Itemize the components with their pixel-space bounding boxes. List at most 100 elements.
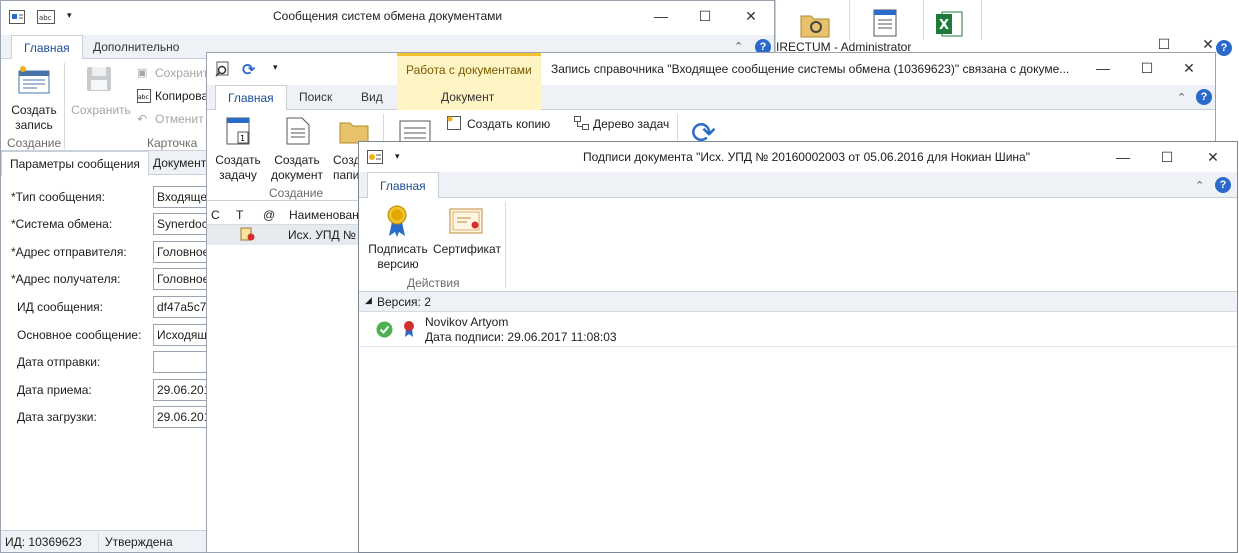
load-date-field[interactable]: 29.06.2017: [153, 406, 213, 428]
tab-additional[interactable]: Дополнительно: [81, 35, 191, 61]
sign-medal-icon: [386, 204, 408, 238]
task-tree-icon: [574, 116, 590, 130]
seal-icon: [403, 320, 415, 338]
create-record-icon[interactable]: [17, 65, 51, 95]
field-label: Основное сообщение:: [17, 328, 142, 342]
expand-triangle-icon[interactable]: ◢: [365, 295, 372, 306]
background-window: X IRECTUM - Administrator ☐ ✕: [775, 0, 1239, 60]
tab-main[interactable]: Главная: [367, 172, 439, 199]
create-copy-button[interactable]: Создать копию: [467, 117, 550, 132]
create-document-button[interactable]: Создать документ: [269, 153, 325, 183]
receive-date-field[interactable]: 29.06.2017: [153, 379, 213, 401]
close-button[interactable]: ✕: [1193, 142, 1233, 172]
maximize-button[interactable]: ☐: [685, 1, 725, 31]
save-icon: [85, 65, 113, 93]
close-button[interactable]: ✕: [731, 1, 771, 31]
create-group-label: Создание: [7, 136, 62, 150]
table-row[interactable]: Исх. УПД № 2: [207, 225, 367, 245]
save-small-icon: ▣: [137, 67, 148, 79]
undo-icon: ↶: [137, 112, 148, 126]
background-help-icon[interactable]: ?: [1216, 40, 1232, 56]
create-record-button[interactable]: Создать запись: [5, 103, 63, 133]
svg-text:abc: abc: [138, 94, 149, 101]
message-id-field[interactable]: df47a5c7-: [153, 296, 213, 318]
exchange-system-field[interactable]: Synerdocs: [153, 213, 213, 235]
cancel-button[interactable]: Отменит: [155, 112, 204, 127]
quick-access-dropdown-icon[interactable]: ▾: [273, 62, 278, 73]
tab-view[interactable]: Вид: [349, 85, 395, 111]
field-label: ИД сообщения:: [17, 300, 104, 314]
tab-main[interactable]: Главная: [11, 35, 83, 60]
field-label: *Адрес получателя:: [11, 272, 121, 286]
field-label: Дата отправки:: [17, 355, 101, 369]
sender-address-field[interactable]: Головное: [153, 241, 213, 263]
grid-header-at[interactable]: @: [263, 208, 275, 222]
tab-document[interactable]: Документ: [429, 85, 506, 111]
refresh-icon[interactable]: ⟳: [242, 60, 255, 80]
status-bar: ИД: 10369623 Утверждена: [1, 530, 207, 552]
tab-document[interactable]: Документ: [149, 151, 210, 177]
grid-header-c[interactable]: С: [211, 208, 220, 222]
sign-version-button[interactable]: Подписать версию: [365, 242, 431, 272]
create-group-label: Создание: [269, 186, 324, 200]
signature-row[interactable]: Novikov Artyom Дата подписи: 29.06.2017 …: [359, 313, 1237, 347]
valid-check-icon: [376, 321, 393, 338]
field-label: *Адрес отправителя:: [11, 245, 127, 259]
minimize-button[interactable]: —: [1103, 142, 1143, 172]
actions-group-label: Действия: [407, 276, 460, 290]
signature-card-icon: [367, 150, 383, 164]
signatures-list: ◢ Версия: 2 Novikov Artyom Дата подписи:…: [359, 292, 1237, 552]
minimize-button[interactable]: —: [641, 1, 681, 31]
dialog-ribbon: Подписать версию Сертификат Действия: [359, 198, 1237, 292]
signature-date: Дата подписи: 29.06.2017 11:08:03: [425, 330, 617, 344]
svg-text:1: 1: [240, 134, 245, 143]
maximize-button[interactable]: ☐: [1127, 53, 1167, 83]
copy-create-icon: [447, 116, 463, 130]
main-titlebar: abc ▾ Сообщения систем обмена документам…: [1, 1, 774, 31]
copy-icon: abc: [137, 89, 151, 103]
tab-search[interactable]: Поиск: [287, 85, 344, 111]
documents-grid: С Т @ Наименован Исх. УПД № 2: [207, 202, 367, 262]
close-button[interactable]: ✕: [1169, 53, 1209, 83]
card-icon: [9, 10, 25, 24]
minimize-button[interactable]: —: [1083, 53, 1123, 83]
dialog-titlebar: ▾ Подписи документа "Исх. УПД № 20160002…: [359, 142, 1237, 172]
status-state: Утверждена: [105, 535, 173, 549]
version-label: Версия: 2: [377, 295, 431, 309]
collapse-ribbon-icon[interactable]: ⌃: [1177, 91, 1186, 104]
copy-button[interactable]: Копирова: [155, 89, 208, 104]
version-group-header[interactable]: ◢ Версия: 2: [359, 292, 1237, 312]
field-label: Дата загрузки:: [17, 410, 97, 424]
certificate-icon: [449, 208, 483, 234]
grid-header-t[interactable]: Т: [236, 208, 243, 222]
main-subtabs: Параметры сообщения Документ: [1, 151, 210, 177]
certificate-button[interactable]: Сертификат: [433, 242, 501, 257]
receiver-address-field[interactable]: Головное: [153, 268, 213, 290]
tab-main[interactable]: Главная: [215, 85, 287, 111]
folder-search-icon: [800, 10, 830, 38]
quick-access-dropdown-icon[interactable]: ▾: [395, 151, 400, 162]
document-signed-icon: [240, 227, 256, 243]
help-icon[interactable]: ?: [1215, 177, 1231, 193]
message-type-field[interactable]: Входящее: [153, 186, 213, 208]
grid-header-name[interactable]: Наименован: [289, 208, 359, 222]
status-id: ИД: 10369623: [5, 535, 82, 549]
record-window-title: Запись справочника "Входящее сообщение с…: [551, 62, 1070, 76]
dialog-title: Подписи документа "Исх. УПД № 2016000200…: [583, 150, 1030, 164]
record-ribbon-tabs: Главная Поиск Вид Документ ⌃ ?: [207, 85, 1215, 111]
save-small-button[interactable]: Сохранит: [155, 66, 208, 81]
card-group-label: Карточка: [147, 136, 198, 150]
create-task-icon: 1: [225, 116, 253, 146]
help-icon[interactable]: ?: [1196, 89, 1212, 105]
main-message-field[interactable]: Исходящ: [153, 324, 213, 346]
quick-access-dropdown-icon[interactable]: ▾: [67, 10, 72, 21]
tab-message-params[interactable]: Параметры сообщения: [1, 151, 149, 176]
save-button[interactable]: Сохранить: [71, 103, 131, 118]
signer-name: Novikov Artyom: [425, 315, 509, 329]
create-task-button[interactable]: Создать задачу: [213, 153, 263, 183]
maximize-button[interactable]: ☐: [1147, 142, 1187, 172]
collapse-ribbon-icon[interactable]: ⌃: [1195, 179, 1204, 192]
document-calendar-icon: [872, 8, 902, 38]
send-date-field[interactable]: [153, 351, 213, 373]
task-tree-button[interactable]: Дерево задач: [593, 117, 669, 132]
